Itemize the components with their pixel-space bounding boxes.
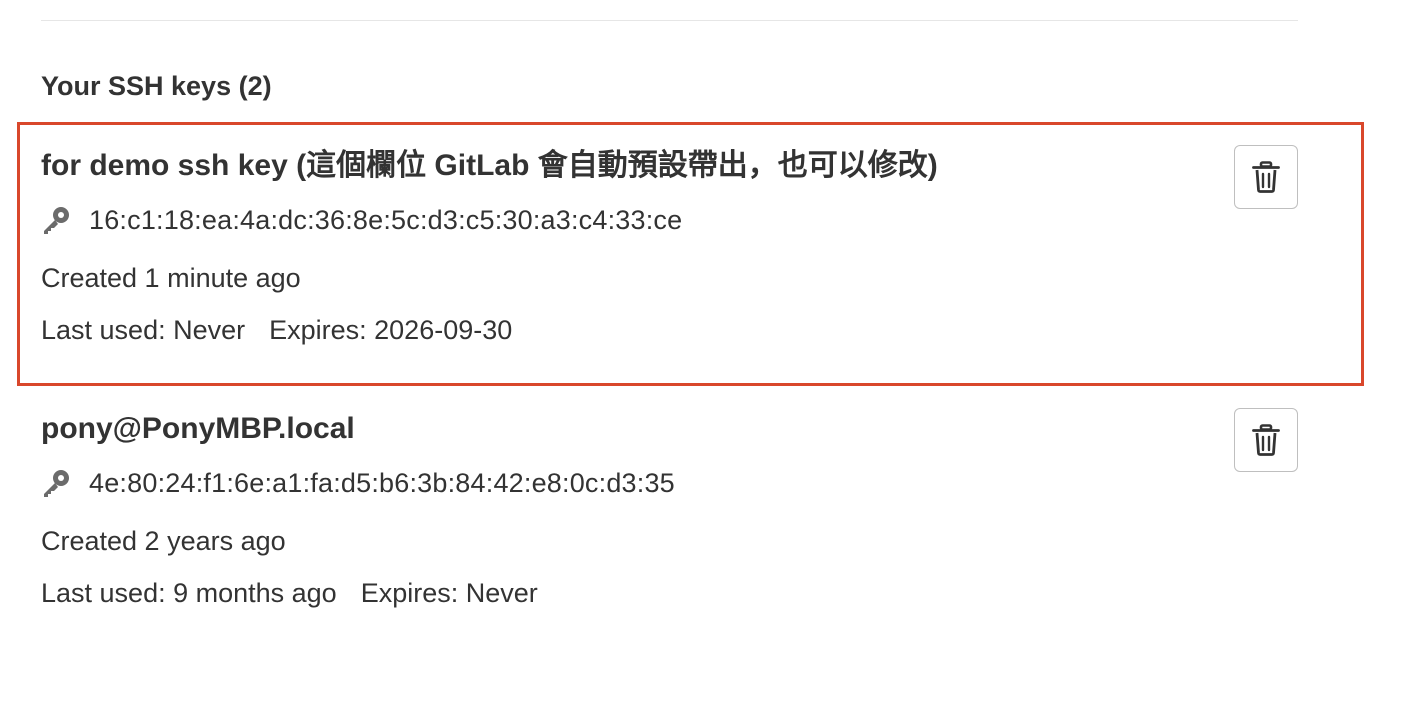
fingerprint-row: 16:c1:18:ea:4a:dc:36:8e:5c:d3:c5:30:a3:c… (41, 204, 682, 236)
ssh-key-expires: Expires: 2026-09-30 (269, 315, 513, 345)
key-icon (44, 207, 69, 234)
key-icon (44, 470, 69, 497)
fingerprint-row: 4e:80:24:f1:6e:a1:fa:d5:b6:3b:84:42:e8:0… (41, 467, 675, 499)
ssh-key-last-used: Last used: 9 months ago (41, 578, 337, 608)
ssh-key-last-used: Last used: Never (41, 315, 246, 345)
ssh-key-fingerprint: 4e:80:24:f1:6e:a1:fa:d5:b6:3b:84:42:e8:0… (89, 468, 675, 498)
section-title: Your SSH keys (2) (41, 71, 272, 101)
ssh-key-meta: Last used: 9 months ago Expires: Never (41, 577, 538, 609)
trash-icon (1252, 161, 1280, 193)
delete-key-button[interactable] (1234, 145, 1298, 209)
ssh-key-title[interactable]: pony@PonyMBP.local (41, 411, 355, 447)
ssh-key-created: Created 1 minute ago (41, 263, 301, 293)
ssh-key-title[interactable]: for demo ssh key (這個欄位 GitLab 會自動預設帶出，也可… (41, 148, 938, 184)
ssh-key-created: Created 2 years ago (41, 526, 286, 556)
top-divider (41, 20, 1298, 21)
ssh-key-meta: Last used: Never Expires: 2026-09-30 (41, 314, 512, 346)
ssh-key-expires: Expires: Never (360, 578, 538, 608)
ssh-key-fingerprint: 16:c1:18:ea:4a:dc:36:8e:5c:d3:c5:30:a3:c… (89, 205, 683, 235)
trash-icon (1252, 424, 1280, 456)
delete-key-button[interactable] (1234, 408, 1298, 472)
ssh-keys-page: Your SSH keys (2) for demo ssh key (這個欄位… (0, 0, 1414, 714)
